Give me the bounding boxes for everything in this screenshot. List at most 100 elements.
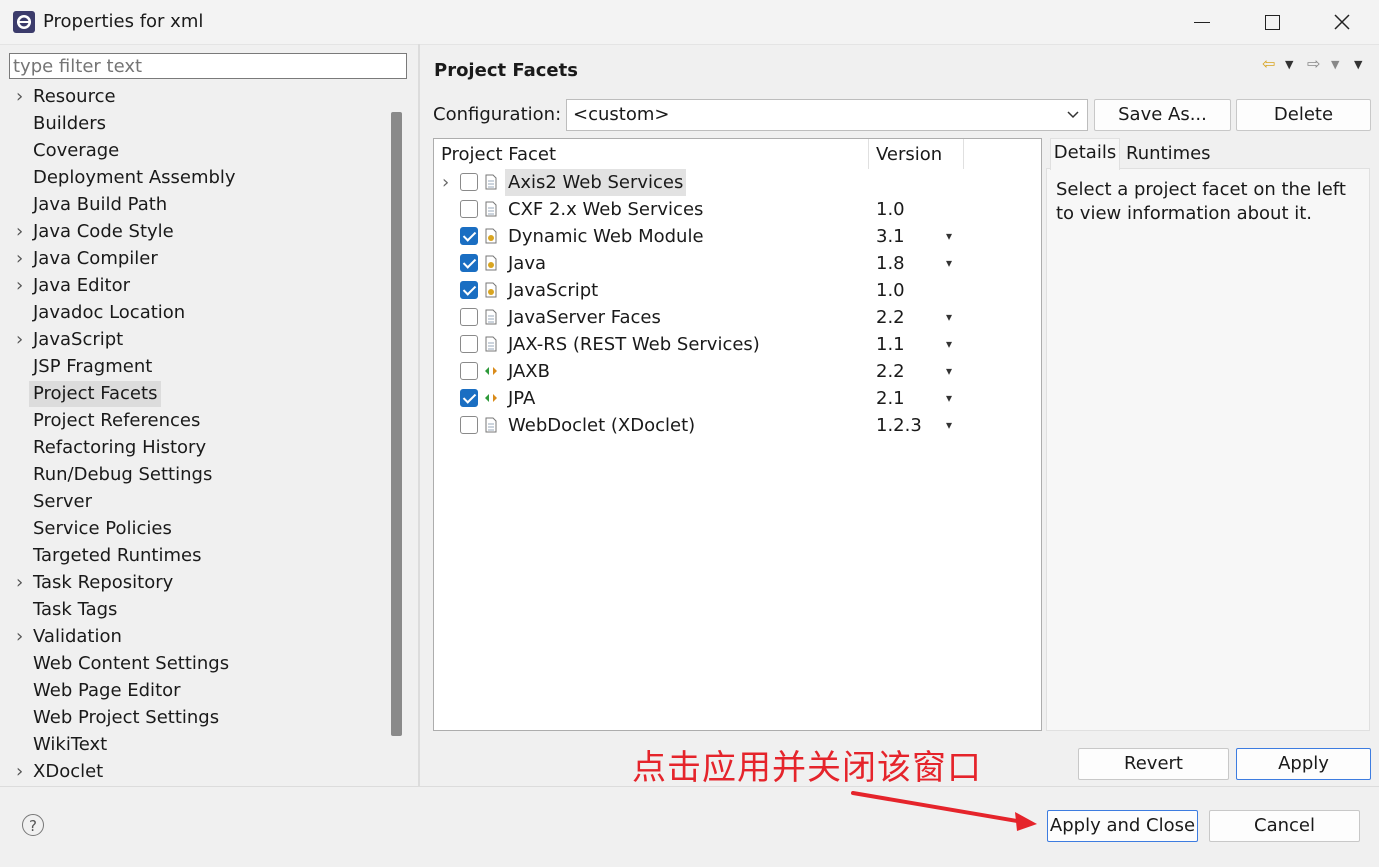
chevron-right-icon[interactable]: ›	[16, 327, 26, 353]
arrows-icon	[484, 390, 498, 406]
nav-scrollbar-thumb[interactable]	[391, 112, 402, 736]
minimize-button[interactable]	[1167, 0, 1237, 44]
forward-arrow-icon[interactable]: ⇨	[1307, 54, 1320, 73]
nav-item[interactable]: Refactoring History	[29, 435, 210, 461]
facet-name: CXF 2.x Web Services	[508, 199, 704, 220]
nav-item[interactable]: Java Build Path	[29, 192, 171, 218]
nav-item[interactable]: JSP Fragment	[29, 354, 156, 380]
facet-checkbox[interactable]	[460, 254, 478, 272]
nav-item[interactable]: Project References	[29, 408, 204, 434]
configuration-label: Configuration:	[433, 104, 562, 125]
nav-item[interactable]: WikiText	[29, 732, 111, 758]
facet-name: JPA	[508, 388, 536, 409]
facet-row[interactable]: Java 1.8 ▾	[434, 250, 1034, 277]
nav-item[interactable]: Task Repository	[29, 570, 177, 596]
column-header-version[interactable]: Version	[876, 144, 942, 165]
facet-row[interactable]: JAXB 2.2 ▾	[434, 358, 1034, 385]
save-as-button[interactable]: Save As...	[1094, 99, 1231, 131]
column-separator	[868, 139, 869, 169]
version-dropdown-icon[interactable]: ▾	[946, 223, 952, 250]
back-arrow-icon[interactable]: ⇦	[1262, 54, 1275, 73]
facet-name: WebDoclet (XDoclet)	[508, 415, 696, 436]
gear-page-icon	[484, 228, 498, 244]
facet-row[interactable]: WebDoclet (XDoclet) 1.2.3 ▾	[434, 412, 1034, 439]
version-dropdown-icon[interactable]: ▾	[946, 331, 952, 358]
nav-item[interactable]: Web Content Settings	[29, 651, 233, 677]
nav-item[interactable]: Resource	[29, 84, 120, 110]
facet-row[interactable]: JAX-RS (REST Web Services) 1.1 ▾	[434, 331, 1034, 358]
nav-item[interactable]: Deployment Assembly	[29, 165, 240, 191]
nav-item[interactable]: Service Policies	[29, 516, 176, 542]
chevron-right-icon[interactable]: ›	[16, 624, 26, 650]
facet-checkbox[interactable]	[460, 308, 478, 326]
view-menu-icon[interactable]: ▼	[1354, 58, 1362, 71]
version-dropdown-icon[interactable]: ▾	[946, 385, 952, 412]
facet-name: Java	[508, 253, 547, 274]
nav-item[interactable]: Java Code Style	[29, 219, 178, 245]
facet-checkbox[interactable]	[460, 281, 478, 299]
back-menu-chevron-icon[interactable]: ▼	[1285, 58, 1293, 71]
nav-item[interactable]: Task Tags	[29, 597, 121, 623]
chevron-right-icon[interactable]: ›	[16, 759, 26, 785]
configuration-value: <custom>	[573, 104, 670, 125]
nav-item[interactable]: Run/Debug Settings	[29, 462, 216, 488]
chevron-right-icon[interactable]: ›	[16, 84, 26, 110]
nav-item[interactable]: JavaScript	[29, 327, 127, 353]
cancel-button[interactable]: Cancel	[1209, 810, 1360, 842]
tab-details[interactable]: Details	[1050, 138, 1120, 170]
facet-row[interactable]: JavaServer Faces 2.2 ▾	[434, 304, 1034, 331]
facet-checkbox[interactable]	[460, 362, 478, 380]
facet-row[interactable]: › Axis2 Web Services	[434, 169, 1034, 196]
gear-page-icon	[484, 282, 498, 298]
nav-item[interactable]: Java Compiler	[29, 246, 162, 272]
apply-and-close-button[interactable]: Apply and Close	[1047, 810, 1198, 842]
chevron-right-icon[interactable]: ›	[16, 273, 26, 299]
nav-item[interactable]: XDoclet	[29, 759, 107, 785]
nav-item[interactable]: Builders	[29, 111, 110, 137]
pane-divider[interactable]	[418, 44, 420, 786]
version-dropdown-icon[interactable]: ▾	[946, 250, 952, 277]
facet-row[interactable]: Dynamic Web Module 3.1 ▾	[434, 223, 1034, 250]
version-dropdown-icon[interactable]: ▾	[946, 412, 952, 439]
eclipse-app-icon	[13, 11, 35, 33]
nav-item[interactable]: Targeted Runtimes	[29, 543, 205, 569]
chevron-right-icon[interactable]: ›	[442, 169, 449, 196]
facet-checkbox[interactable]	[460, 416, 478, 434]
help-icon[interactable]: ?	[22, 814, 44, 836]
revert-button[interactable]: Revert	[1078, 748, 1229, 780]
chevron-right-icon[interactable]: ›	[16, 219, 26, 245]
maximize-button[interactable]	[1237, 0, 1307, 44]
facet-checkbox[interactable]	[460, 227, 478, 245]
minimize-icon	[1194, 21, 1210, 23]
facet-row[interactable]: JavaScript 1.0	[434, 277, 1034, 304]
nav-item[interactable]: Web Page Editor	[29, 678, 185, 704]
facet-version: 1.2.3	[876, 415, 922, 436]
delete-button[interactable]: Delete	[1236, 99, 1371, 131]
nav-item[interactable]: Validation	[29, 624, 126, 650]
facet-row[interactable]: CXF 2.x Web Services 1.0	[434, 196, 1034, 223]
nav-item[interactable]: Coverage	[29, 138, 123, 164]
version-dropdown-icon[interactable]: ▾	[946, 304, 952, 331]
facet-checkbox[interactable]	[460, 200, 478, 218]
facet-version: 2.1	[876, 388, 905, 409]
forward-menu-chevron-icon[interactable]: ▼	[1331, 58, 1339, 71]
chevron-right-icon[interactable]: ›	[16, 246, 26, 272]
column-header-facet[interactable]: Project Facet	[441, 144, 556, 165]
facet-checkbox[interactable]	[460, 173, 478, 191]
apply-button[interactable]: Apply	[1236, 748, 1371, 780]
chevron-right-icon[interactable]: ›	[16, 570, 26, 596]
nav-item[interactable]: Project Facets	[29, 381, 162, 407]
nav-item[interactable]: Server	[29, 489, 96, 515]
nav-item[interactable]: Web Project Settings	[29, 705, 223, 731]
tab-runtimes[interactable]: Runtimes	[1126, 142, 1211, 166]
close-button[interactable]	[1307, 0, 1377, 44]
facet-name: JAX-RS (REST Web Services)	[508, 334, 760, 355]
nav-item[interactable]: Javadoc Location	[29, 300, 189, 326]
facet-checkbox[interactable]	[460, 389, 478, 407]
facet-checkbox[interactable]	[460, 335, 478, 353]
facet-row[interactable]: JPA 2.1 ▾	[434, 385, 1034, 412]
page-icon	[484, 309, 498, 325]
version-dropdown-icon[interactable]: ▾	[946, 358, 952, 385]
filter-input[interactable]	[9, 53, 407, 79]
nav-item[interactable]: Java Editor	[29, 273, 134, 299]
